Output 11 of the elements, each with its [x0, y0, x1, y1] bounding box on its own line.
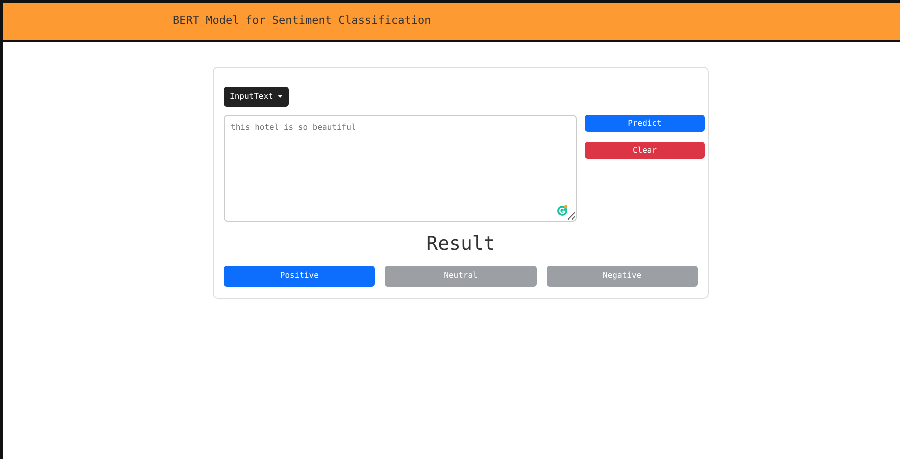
sentiment-button[interactable]: Neutral	[385, 266, 537, 286]
clear-button[interactable]: Clear	[585, 142, 705, 159]
result-heading: Result	[426, 232, 496, 257]
caret-icon	[278, 95, 284, 98]
page-title: BERT Model for Sentiment Classification	[173, 13, 432, 30]
input-dropdown[interactable]: InputText	[224, 87, 290, 107]
sentiment-button[interactable]: Positive	[224, 266, 376, 286]
predict-button[interactable]: Predict	[585, 115, 705, 132]
grammar-check-icon[interactable]	[557, 205, 568, 216]
text-input[interactable]: this hotel is so beautiful	[224, 115, 577, 222]
sentiment-button[interactable]: Negative	[546, 266, 698, 286]
